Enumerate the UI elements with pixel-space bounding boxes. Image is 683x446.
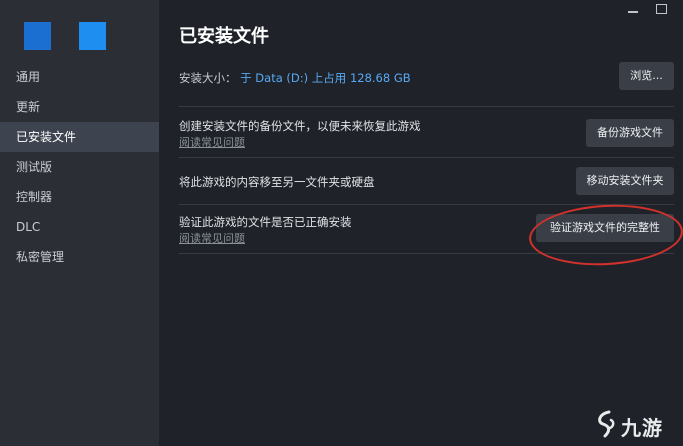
- verify-row: 验证此游戏的文件是否已正确安装 阅读常见问题 验证游戏文件的完整性: [179, 205, 674, 254]
- sidebar-item-installed-files[interactable]: 已安装文件: [0, 122, 159, 152]
- sidebar-item-privacy[interactable]: 私密管理: [0, 242, 159, 272]
- verify-text: 验证此游戏的文件是否已正确安装: [179, 215, 352, 229]
- minimize-icon[interactable]: [625, 3, 641, 15]
- game-icons: [24, 22, 134, 50]
- move-install-folder-button[interactable]: 移动安装文件夹: [576, 167, 674, 195]
- browse-button[interactable]: 浏览...: [619, 62, 674, 90]
- sidebar-item-controller[interactable]: 控制器: [0, 182, 159, 212]
- sidebar-item-updates[interactable]: 更新: [0, 92, 159, 122]
- backup-text: 创建安装文件的备份文件，以便未来恢复此游戏: [179, 119, 421, 133]
- watermark-text: 九游: [621, 416, 663, 440]
- sidebar-item-general[interactable]: 通用: [0, 62, 159, 92]
- move-text: 将此游戏的内容移至另一文件夹或硬盘: [179, 175, 375, 189]
- game-icon-right: [79, 22, 106, 50]
- page-title: 已安装文件: [179, 26, 269, 47]
- sidebar-nav: 通用 更新 已安装文件 测试版 控制器 DLC 私密管理: [0, 62, 159, 272]
- window-controls: [613, 0, 683, 16]
- watermark-swirl-icon: [598, 410, 615, 438]
- install-size-label: 安装大小：: [179, 71, 237, 85]
- sidebar-item-dlc[interactable]: DLC: [0, 212, 159, 242]
- verify-integrity-button[interactable]: 验证游戏文件的完整性: [536, 214, 674, 242]
- main-panel: 已安装文件 安装大小： 于 Data (D:) 上占用 128.68 GB 浏览…: [159, 0, 683, 446]
- sidebar: 通用 更新 已安装文件 测试版 控制器 DLC 私密管理: [0, 0, 159, 446]
- backup-row: 创建安装文件的备份文件，以便未来恢复此游戏 阅读常见问题 备份游戏文件: [179, 107, 674, 158]
- game-icon-left: [24, 22, 51, 50]
- backup-game-files-button[interactable]: 备份游戏文件: [586, 119, 674, 147]
- verify-faq-link[interactable]: 阅读常见问题: [179, 230, 245, 246]
- move-row: 将此游戏的内容移至另一文件夹或硬盘 移动安装文件夹: [179, 158, 674, 205]
- maximize-icon[interactable]: [655, 3, 669, 15]
- steam-properties-window: 通用 更新 已安装文件 测试版 控制器 DLC 私密管理 已安装文件 安装大小：…: [0, 0, 683, 446]
- sidebar-item-betas[interactable]: 测试版: [0, 152, 159, 182]
- install-size-text: 安装大小： 于 Data (D:) 上占用 128.68 GB: [179, 70, 411, 86]
- install-size-row: 安装大小： 于 Data (D:) 上占用 128.68 GB 浏览...: [179, 60, 674, 107]
- watermark-logo: 九游: [593, 410, 673, 440]
- install-size-value: 于 Data (D:) 上占用 128.68 GB: [240, 71, 411, 85]
- backup-faq-link[interactable]: 阅读常见问题: [179, 134, 245, 150]
